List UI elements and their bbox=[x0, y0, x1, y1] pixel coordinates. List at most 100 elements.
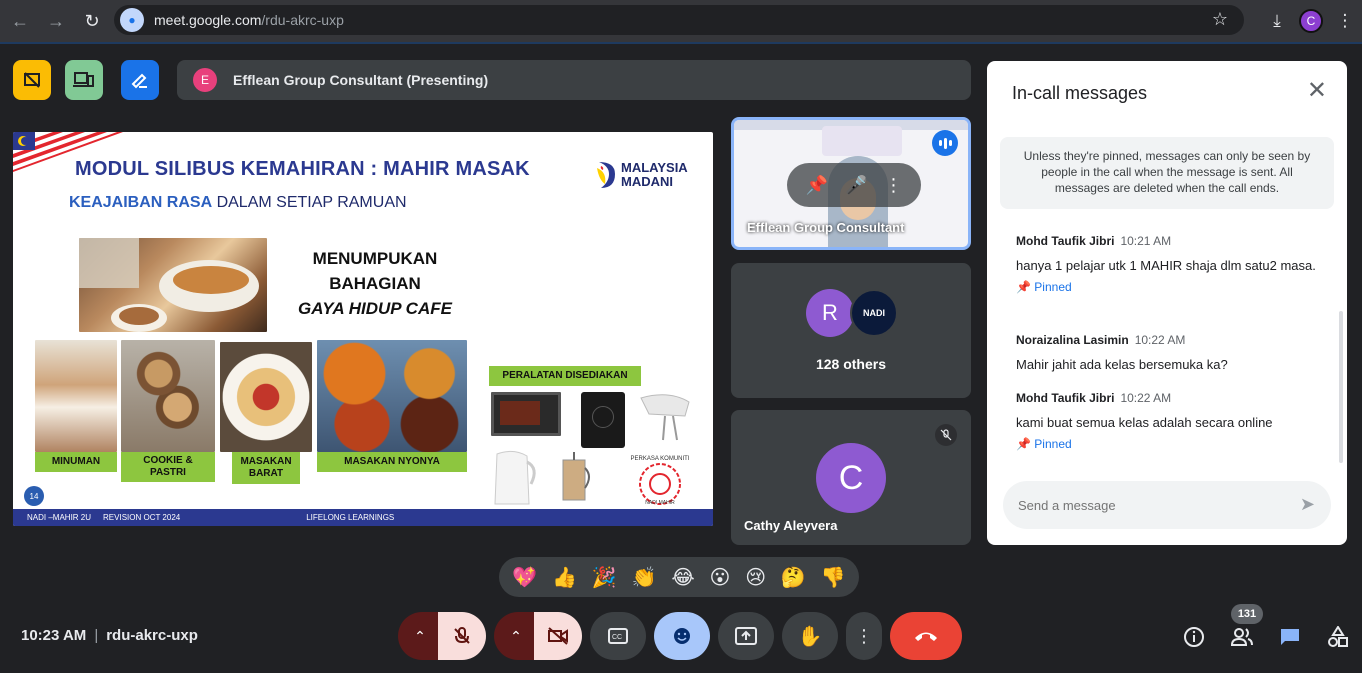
mic-icon[interactable]: 🎤 bbox=[845, 175, 867, 196]
reaction-thinking[interactable]: 🤔 bbox=[781, 565, 806, 590]
chat-scrollbar[interactable] bbox=[1339, 311, 1343, 463]
logo-line2: MADANI bbox=[621, 174, 673, 189]
muted-mic-icon bbox=[935, 424, 957, 446]
logo-line1: MALAYSIA bbox=[621, 160, 688, 175]
message-sender: Mohd Taufik Jibri bbox=[1016, 391, 1115, 405]
profile-avatar[interactable]: C bbox=[1299, 9, 1323, 33]
mic-off-button[interactable] bbox=[438, 612, 486, 660]
label-masakan-nyonya: MASAKAN NYONYA bbox=[317, 452, 467, 472]
reaction-clapping[interactable]: 👏 bbox=[632, 565, 657, 590]
whiteboard-icon[interactable] bbox=[121, 60, 159, 100]
download-icon[interactable]: ⤓ bbox=[1260, 4, 1294, 38]
nadi-logo-avatar: NADI bbox=[850, 289, 898, 337]
reaction-surprised[interactable]: 😮 bbox=[710, 565, 731, 590]
komuniti-text-bottom: NADI MAHIR bbox=[645, 500, 675, 506]
reaction-crying[interactable]: 😢 bbox=[745, 565, 766, 590]
audio-options-chevron-icon[interactable]: ⌃ bbox=[398, 612, 442, 660]
pin-icon[interactable]: 📌 bbox=[806, 175, 828, 196]
others-count-label: 128 others bbox=[815, 356, 887, 372]
address-bar[interactable]: ● meet.google.com/rdu-akrc-uxp ☆ bbox=[114, 5, 1244, 35]
info-icon[interactable] bbox=[1170, 626, 1218, 648]
end-call-icon bbox=[915, 632, 937, 641]
pinned-indicator[interactable]: 📌 Pinned bbox=[1016, 280, 1316, 294]
url-host: meet.google.com bbox=[154, 12, 262, 28]
slide-heading: MENUMPUKAN BAHAGIAN GAYA HIDUP CAFE bbox=[275, 246, 475, 321]
message-input[interactable] bbox=[1018, 497, 1278, 513]
back-arrow-icon[interactable]: ← bbox=[2, 3, 38, 39]
no-video-layout-icon[interactable] bbox=[13, 60, 51, 100]
message-time: 10:22 AM bbox=[1134, 333, 1186, 347]
presenter-tile[interactable]: 📌 🎤 ⋮ Efflean Group Consultant bbox=[731, 117, 971, 250]
activities-icon[interactable] bbox=[1314, 626, 1362, 648]
close-icon[interactable]: ✕ bbox=[1307, 79, 1327, 103]
camera-off-icon bbox=[548, 627, 568, 645]
chat-info-notice: Unless they're pinned, messages can only… bbox=[1000, 137, 1334, 209]
chat-message: Mohd Taufik Jibri 10:22 AM kami buat semu… bbox=[1016, 389, 1316, 451]
captions-button[interactable]: CC bbox=[590, 612, 646, 660]
message-sender: Mohd Taufik Jibri bbox=[1016, 234, 1115, 248]
current-time: 10:23 AM bbox=[21, 627, 87, 644]
devices-icon[interactable] bbox=[65, 60, 103, 100]
others-avatar-r: R bbox=[806, 289, 854, 337]
more-options-button[interactable]: ⋮ bbox=[846, 612, 882, 660]
page-number-badge: 14 bbox=[24, 486, 44, 506]
oven-photo bbox=[491, 392, 561, 436]
cathy-tile[interactable]: C Cathy Aleyvera bbox=[731, 410, 971, 545]
others-tile[interactable]: R NADI 128 others bbox=[731, 263, 971, 398]
pin-icon: 📌 bbox=[1016, 437, 1031, 451]
browser-menu-icon[interactable]: ⋮ bbox=[1328, 4, 1362, 38]
cookies-photo bbox=[121, 340, 215, 452]
chat-title: In-call messages bbox=[1012, 83, 1148, 103]
microphone-site-icon[interactable]: ● bbox=[120, 8, 144, 32]
mixer-photo bbox=[635, 390, 699, 444]
camera-off-button[interactable] bbox=[534, 612, 582, 660]
heading-line2: BAHAGIAN bbox=[329, 274, 421, 293]
komuniti-text-top: PERKASA KOMUNITI bbox=[630, 456, 690, 462]
meeting-time-code: 10:23 AM | rdu-akrc-uxp bbox=[21, 627, 198, 644]
video-options-chevron-icon[interactable]: ⌃ bbox=[494, 612, 538, 660]
meeting-details-icons bbox=[1170, 620, 1362, 654]
profile-button[interactable]: C bbox=[1294, 4, 1328, 38]
malaysia-madani-logo: MALAYSIA MADANI bbox=[595, 158, 688, 192]
meeting-code: rdu-akrc-uxp bbox=[106, 627, 198, 644]
label-minuman: MINUMAN bbox=[35, 452, 117, 472]
subtitle-rest: DALAM SETIAP RAMUAN bbox=[212, 194, 407, 211]
pin-icon: 📌 bbox=[1016, 280, 1031, 294]
croissant-coffee-photo bbox=[79, 238, 267, 332]
kettle-photo bbox=[487, 448, 539, 508]
reaction-sparkling-heart[interactable]: 💖 bbox=[512, 565, 537, 590]
pinned-label: Pinned bbox=[1034, 280, 1072, 294]
chat-icon[interactable] bbox=[1266, 627, 1314, 647]
raise-hand-button[interactable]: ✋ bbox=[782, 612, 838, 660]
send-icon[interactable]: ➤ bbox=[1300, 494, 1315, 515]
presenting-label: Efflean Group Consultant (Presenting) bbox=[233, 72, 489, 88]
divider: | bbox=[94, 627, 99, 644]
slide-subtitle: KEAJAIBAN RASA DALAM SETIAP RAMUAN bbox=[69, 194, 407, 212]
message-text: hanya 1 pelajar utk 1 MAHIR shaja dlm sa… bbox=[1016, 258, 1316, 273]
chat-panel: In-call messages ✕ Unless they're pinned… bbox=[987, 61, 1347, 545]
people-icon[interactable] bbox=[1218, 627, 1266, 647]
slide-title: MODUL SILIBUS KEMAHIRAN : MAHIR MASAK bbox=[75, 158, 530, 180]
label-cookie-pastri: COOKIE & PASTRI bbox=[121, 452, 215, 482]
emoji-reactions-button[interactable] bbox=[654, 612, 710, 660]
message-input-container[interactable]: ➤ bbox=[1003, 481, 1331, 529]
browser-toolbar: ← → ↻ ● meet.google.com/rdu-akrc-uxp ☆ ⤓… bbox=[0, 0, 1362, 42]
reload-icon[interactable]: ↻ bbox=[74, 3, 110, 39]
chat-message: Mohd Taufik Jibri 10:21 AM hanya 1 pelaja… bbox=[1016, 232, 1316, 294]
reaction-laughing[interactable]: 😂 bbox=[671, 565, 694, 590]
reaction-thumbs-up[interactable]: 👍 bbox=[552, 565, 577, 590]
toolbar-divider bbox=[0, 42, 1362, 44]
reaction-thumbs-down[interactable]: 👎 bbox=[821, 565, 846, 590]
cathy-avatar: C bbox=[816, 443, 886, 513]
message-sender: Noraizalina Lasimin bbox=[1016, 333, 1129, 347]
present-now-button[interactable] bbox=[718, 612, 774, 660]
bookmark-star-icon[interactable]: ☆ bbox=[1212, 9, 1228, 30]
forward-arrow-icon[interactable]: → bbox=[38, 3, 74, 39]
leave-call-button[interactable] bbox=[890, 612, 962, 660]
pinned-indicator[interactable]: 📌 Pinned bbox=[1016, 437, 1316, 451]
nyonya-dishes-photo bbox=[317, 340, 467, 452]
reaction-party-popper[interactable]: 🎉 bbox=[592, 565, 617, 590]
shared-slide: MODUL SILIBUS KEMAHIRAN : MAHIR MASAK KE… bbox=[13, 132, 713, 526]
more-options-icon[interactable]: ⋮ bbox=[884, 175, 902, 196]
tile-hover-controls: 📌 🎤 ⋮ bbox=[787, 163, 921, 207]
